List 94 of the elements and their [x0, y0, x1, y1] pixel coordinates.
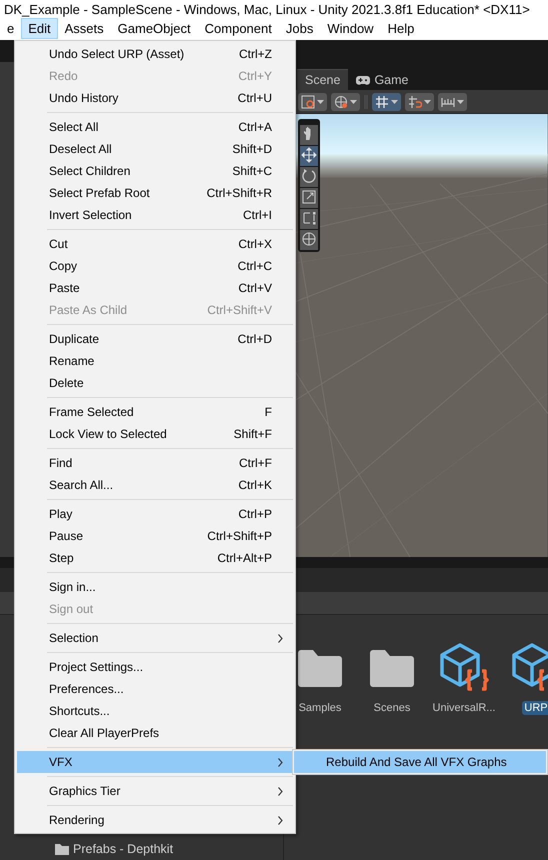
menu-item[interactable]: Duplicate Ctrl+D: [17, 328, 293, 350]
folder-icon[interactable]: [296, 649, 344, 689]
shortcut-text: Ctrl+Shift+R: [206, 186, 272, 200]
menu-bar-item[interactable]: Window: [320, 18, 381, 39]
shortcut-text: Shift+D: [232, 142, 272, 156]
shortcut-text: Ctrl+X: [238, 237, 272, 251]
menu-item[interactable]: Delete: [17, 372, 293, 394]
caret-icon: [391, 100, 398, 104]
transform-icon[interactable]: [300, 230, 318, 250]
shortcut-text: Ctrl+F: [239, 456, 272, 470]
asset-name[interactable]: URP: [522, 701, 548, 715]
shortcut-text: Ctrl+A: [238, 120, 272, 134]
menu-item[interactable]: Rename: [17, 350, 293, 372]
grid-icon: [375, 94, 389, 108]
snap-icon: [408, 94, 422, 108]
globe-icon: [334, 94, 348, 108]
menu-item[interactable]: Sign in...: [17, 576, 293, 598]
menu-bar-item[interactable]: Assets: [58, 18, 111, 39]
gizmo-icon: [301, 94, 315, 108]
shortcut-text: Ctrl+I: [242, 208, 272, 222]
menu-bar-item[interactable]: e: [0, 18, 22, 39]
menu-item[interactable]: Preferences...: [17, 678, 293, 700]
menu-item[interactable]: Undo History Ctrl+U: [17, 87, 293, 109]
menu-bar-item[interactable]: Component: [198, 18, 279, 39]
caret-icon: [457, 100, 464, 104]
menu-bar-item[interactable]: GameObject: [110, 18, 198, 39]
shortcut-text: Ctrl+K: [238, 478, 272, 492]
menu-item[interactable]: VFX: [17, 751, 293, 773]
menu-item[interactable]: Frame Selected F: [17, 401, 293, 423]
folder-icon: [55, 843, 69, 855]
shortcut-text: Ctrl+Shift+P: [207, 529, 272, 543]
shortcut-text: Ctrl+C: [238, 259, 272, 273]
menu-bar-item[interactable]: Edit: [21, 18, 58, 39]
shortcut-text: F: [264, 405, 272, 419]
menu-item[interactable]: Play Ctrl+P: [17, 503, 293, 525]
scene-tab[interactable]: Game: [348, 70, 416, 90]
asset-name[interactable]: UniversalR...: [430, 701, 498, 715]
menu-item[interactable]: Lock View to Selected Shift+F: [17, 423, 293, 445]
rect-tool-icon[interactable]: [300, 209, 318, 229]
hand-icon[interactable]: [300, 125, 318, 145]
scene-tab[interactable]: Scene: [297, 69, 348, 90]
menu-item[interactable]: Deselect All Shift+D: [17, 138, 293, 160]
chevron-icon: [278, 758, 283, 767]
move-icon[interactable]: [300, 146, 318, 166]
shortcut-text: Shift+C: [232, 164, 272, 178]
shortcut-text: Shift+F: [234, 427, 272, 441]
folder-name[interactable]: Prefabs - Depthkit: [73, 842, 174, 856]
asset-name[interactable]: Scenes: [372, 701, 412, 715]
shortcut-text: Ctrl+Y: [238, 69, 272, 83]
menu-item[interactable]: Invert Selection Ctrl+I: [17, 204, 293, 226]
toolbar-dropdown[interactable]: [372, 92, 401, 110]
menu-item[interactable]: Clear All PlayerPrefs: [17, 722, 293, 744]
folder-icon[interactable]: [368, 649, 416, 689]
menu-item[interactable]: Copy Ctrl+C: [17, 255, 293, 277]
menu-bar-item[interactable]: Jobs: [278, 18, 320, 39]
caret-icon: [424, 100, 431, 104]
menu-item[interactable]: Undo Select URP (Asset) Ctrl+Z: [17, 43, 293, 65]
menu-item[interactable]: Select Prefab Root Ctrl+Shift+R: [17, 182, 293, 204]
shortcut-text: Ctrl+D: [238, 332, 272, 346]
chevron-icon: [278, 787, 283, 796]
gamepad-icon: [356, 76, 370, 84]
shortcut-text: Ctrl+U: [238, 91, 272, 105]
caret-icon: [350, 100, 357, 104]
rotate-icon[interactable]: [300, 167, 318, 187]
menu-item[interactable]: Find Ctrl+F: [17, 452, 293, 474]
scale-icon[interactable]: [300, 188, 318, 208]
chevron-icon: [278, 634, 283, 643]
window-title: DK_Example - SampleScene - Windows, Mac, Linux - Unity 2021.3.8f1 Education* <DX11>: [4, 2, 530, 16]
shortcut-text: Ctrl+Alt+P: [217, 551, 272, 565]
menu-item[interactable]: Step Ctrl+Alt+P: [17, 547, 293, 569]
shortcut-text: Ctrl+V: [238, 281, 272, 295]
toolbar-dropdown[interactable]: [331, 92, 360, 110]
menu-item[interactable]: Rebuild And Save All VFX Graphs: [294, 751, 546, 773]
chevron-icon: [278, 816, 283, 825]
menu-item[interactable]: Selection: [17, 627, 293, 649]
menu-item[interactable]: Select Children Shift+C: [17, 160, 293, 182]
menu-item[interactable]: Paste Ctrl+V: [17, 277, 293, 299]
shortcut-text: Ctrl+Z: [239, 47, 272, 61]
menu-item[interactable]: Graphics Tier: [17, 780, 293, 802]
shortcut-text: Ctrl+Shift+V: [207, 303, 272, 317]
menu-item[interactable]: Pause Ctrl+Shift+P: [17, 525, 293, 547]
menu-item[interactable]: Select All Ctrl+A: [17, 116, 293, 138]
menu-item[interactable]: Rendering: [17, 809, 293, 831]
toolbar-dropdown[interactable]: [298, 92, 327, 110]
caret-icon: [317, 100, 324, 104]
menu-item[interactable]: Search All... Ctrl+K: [17, 474, 293, 496]
toolbar-dropdown[interactable]: [405, 92, 434, 110]
shortcut-text: Ctrl+P: [238, 507, 272, 521]
menu-bar-item[interactable]: Help: [380, 18, 422, 39]
menu-item[interactable]: Cut Ctrl+X: [17, 233, 293, 255]
toolbar-dropdown[interactable]: [438, 92, 467, 110]
menu-item[interactable]: Shortcuts...: [17, 700, 293, 722]
menu-item[interactable]: Project Settings...: [17, 656, 293, 678]
asset-name[interactable]: Samples: [296, 701, 344, 715]
